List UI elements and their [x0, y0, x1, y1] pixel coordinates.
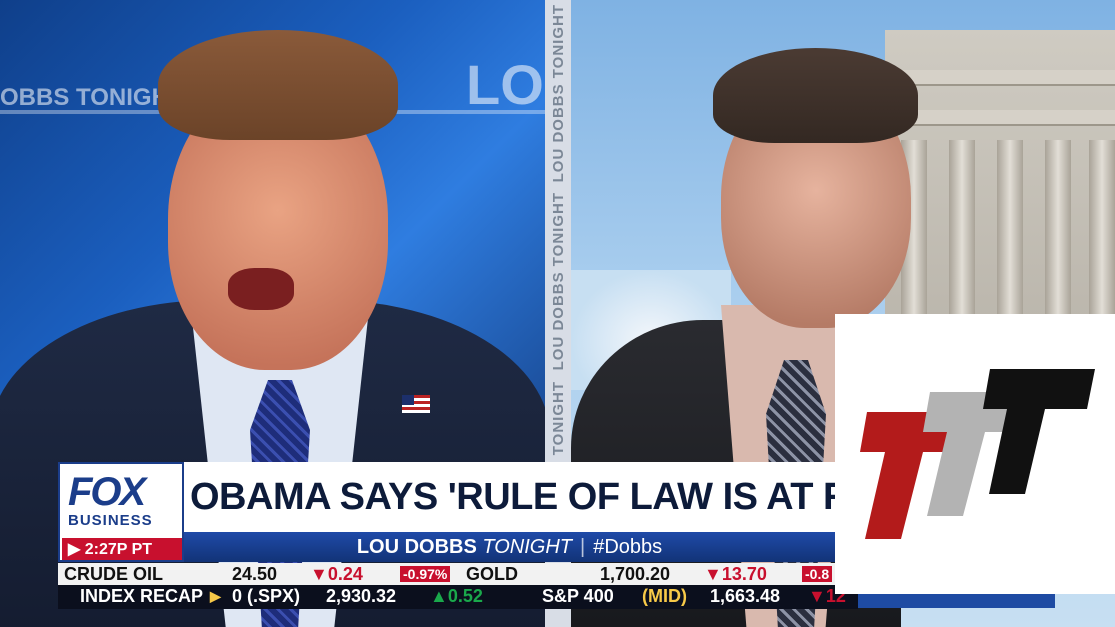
ticker-arrow-icon: ▶	[210, 588, 221, 604]
crude-label: CRUDE OIL	[64, 564, 163, 584]
index-recap-label: INDEX RECAP	[80, 586, 204, 606]
gold-price: 1,700.20	[600, 564, 671, 584]
crude-change: ▼0.24	[310, 564, 363, 584]
crude-price: 24.50	[232, 564, 278, 584]
separator: |	[580, 535, 586, 558]
show-name-italic: TONIGHT	[482, 535, 573, 558]
divider-label: LOU DOBBS TONIGHT	[549, 4, 567, 183]
spx-change: ▲0.52	[430, 586, 483, 606]
gold-change: ▼13.70	[704, 564, 767, 584]
show-name-bold: LOU DOBBS	[356, 535, 477, 558]
mid-tag: (MID)	[642, 586, 687, 606]
hashtag: #Dobbs	[593, 535, 663, 558]
crude-pct: -0.97%	[400, 566, 451, 582]
spx-label: 0 (.SPX)	[232, 586, 301, 606]
host-mouth	[228, 268, 294, 310]
commodity-ticker: CRUDE OIL 24.50 ▼0.24 -0.97% GOLD 1,700.…	[58, 563, 835, 585]
index-ticker: INDEX RECAP ▶ 0 (.SPX) 2,930.32 ▲0.52 S&…	[58, 585, 858, 609]
time-badge: ▶ 2:27P PT	[62, 538, 182, 560]
show-name-bar: LOU DOBBS TONIGHT | #Dobbs	[184, 532, 835, 562]
ticker-edge-bar	[858, 594, 1055, 608]
mid-value: 1,663.48	[710, 586, 781, 606]
logo-main-text: FOX	[68, 470, 146, 514]
gold-pct: -0.8	[802, 566, 833, 582]
headline-bar: OBAMA SAYS 'RULE OF LAW IS AT RISK	[184, 462, 912, 532]
fox-business-logo: FOX BUSINESS ▶ 2:27P PT	[58, 462, 184, 562]
show-name: LOU DOBBS TONIGHT	[357, 536, 572, 559]
gold-label: GOLD	[466, 564, 518, 584]
ttt-logo-graphic	[860, 369, 1095, 539]
lower-third-graphic: FOX BUSINESS ▶ 2:27P PT OBAMA SAYS 'RULE…	[58, 462, 912, 562]
divider-label: LOU DOBBS TONIGHT	[549, 192, 567, 371]
headline-text: OBAMA SAYS 'RULE OF LAW IS AT RISK	[190, 475, 912, 518]
mid-label: S&P 400	[542, 586, 614, 606]
flag-pin-icon	[402, 395, 430, 413]
spx-value: 2,930.32	[326, 586, 397, 606]
ttt-logo-icon	[835, 314, 1115, 594]
logo-sub-text: BUSINESS	[68, 512, 153, 529]
